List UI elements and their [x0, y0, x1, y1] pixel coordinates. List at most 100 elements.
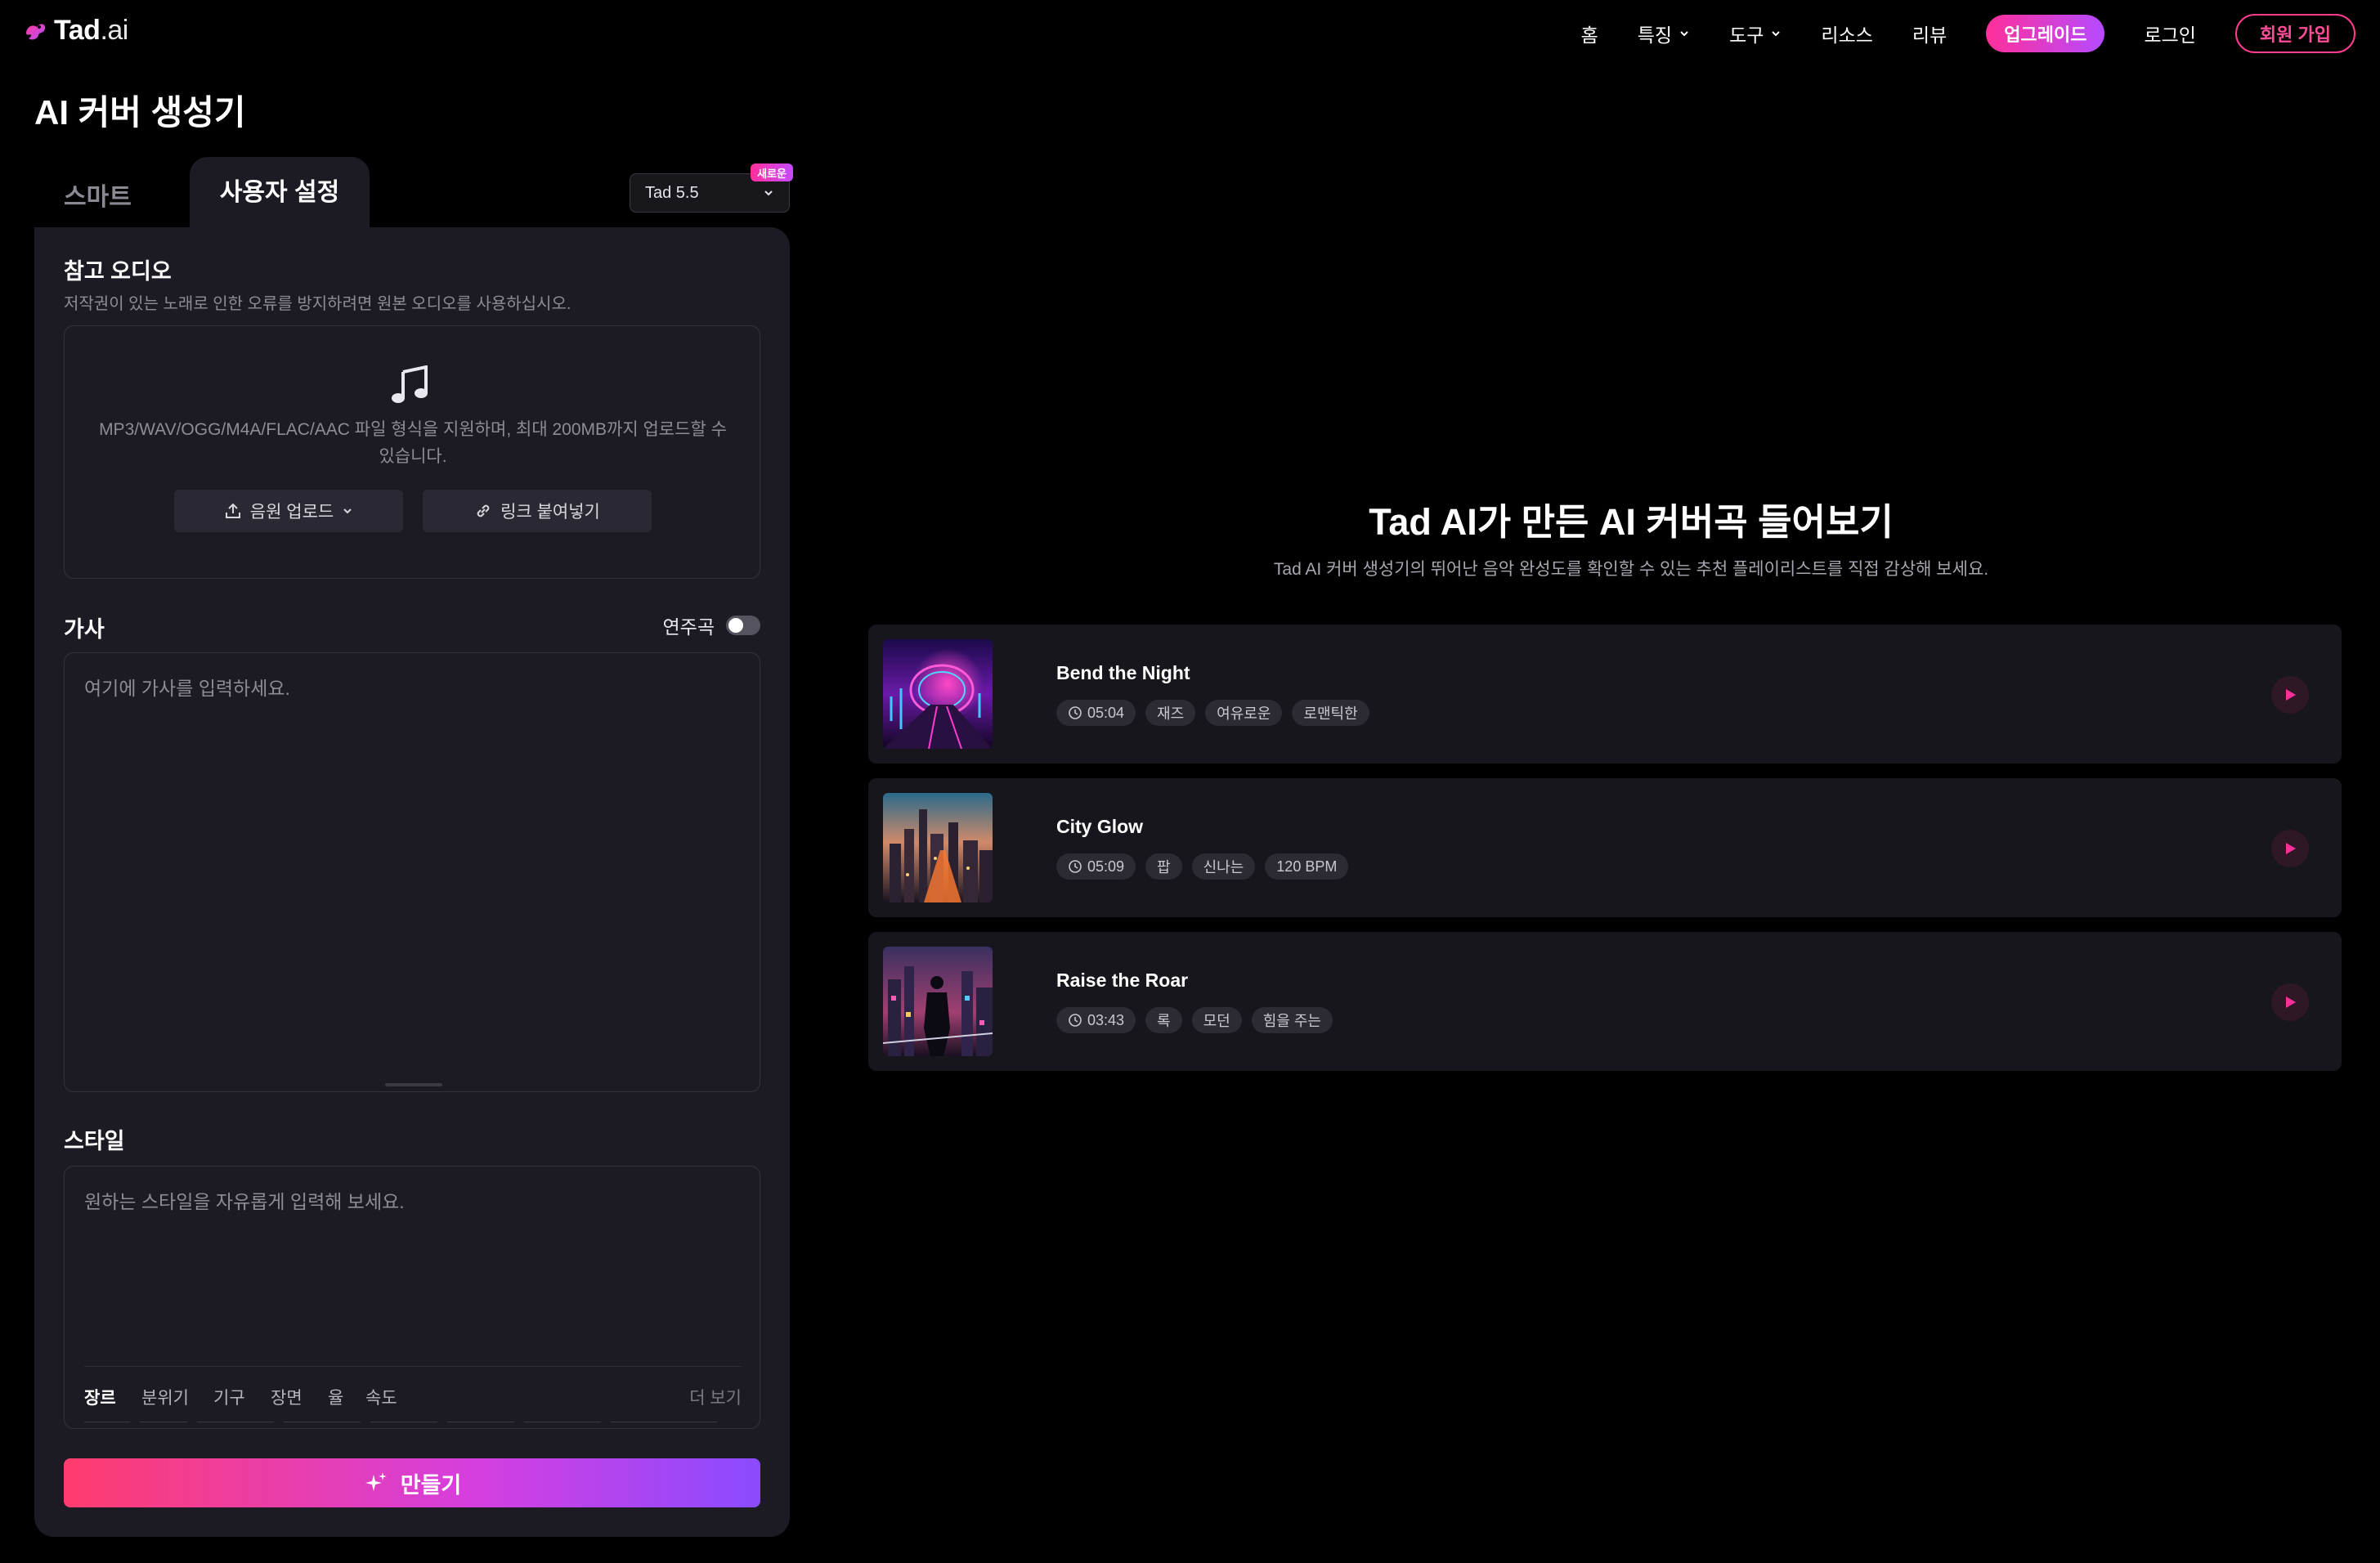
upload-audio-label: 음원 업로드: [249, 503, 334, 522]
instrumental-toggle[interactable]: [726, 616, 760, 635]
style-chip[interactable]: [447, 1422, 514, 1425]
nav-reviews[interactable]: 리뷰: [1912, 20, 1947, 47]
duration-text: 05:04: [1087, 704, 1125, 721]
track-cover: [883, 793, 1014, 902]
upload-audio-button[interactable]: 음원 업로드: [174, 490, 403, 532]
chevron-down-icon: [1772, 31, 1781, 37]
nav-features-label: 특징: [1637, 25, 1673, 46]
style-title: 스타일: [64, 1129, 125, 1153]
instrumental-label: 연주곡: [662, 616, 715, 638]
nav-features[interactable]: 특징: [1638, 20, 1690, 47]
style-chip[interactable]: [140, 1422, 187, 1425]
tempo-tag: 120 BPM: [1265, 853, 1349, 880]
reference-audio-title: 참고 오디오: [64, 259, 172, 284]
track-title: City Glow: [1056, 816, 1144, 837]
style-tab-instrument[interactable]: 기구: [213, 1385, 245, 1409]
paste-link-button[interactable]: 링크 붙여넣기: [423, 490, 652, 532]
track-card[interactable]: City Glow 05:09 팝 신나는 120 BPM: [868, 778, 2342, 917]
chevron-down-icon: [1680, 31, 1688, 37]
style-tab-scene[interactable]: 장면: [271, 1385, 303, 1409]
duration-text: 03:43: [1087, 1011, 1125, 1028]
nav-home-label: 홈: [1580, 25, 1598, 46]
lyrics-title: 가사: [64, 617, 105, 642]
duration-tag: 03:43: [1056, 1007, 1136, 1033]
paste-link-label: 링크 붙여넣기: [500, 503, 600, 522]
nav-resources[interactable]: 리소스: [1821, 20, 1872, 47]
music-note-icon: [392, 365, 428, 403]
mood-tag: 여유로운: [1205, 700, 1283, 726]
style-tab-mood[interactable]: 분위기: [141, 1385, 189, 1409]
logo[interactable]: Tad.ai: [21, 15, 128, 47]
style-tab-genre[interactable]: 장르: [84, 1385, 116, 1409]
new-badge: 새로운: [751, 163, 793, 181]
signup-button[interactable]: 회원 가입: [2234, 14, 2355, 53]
clock-icon: [1069, 706, 1082, 719]
chevron-down-icon: [343, 508, 352, 514]
logo-icon: [26, 23, 46, 39]
upload-hint: MP3/WAV/OGG/M4A/FLAC/AAC 파일 형식을 지원하며, 최대…: [99, 420, 727, 466]
track-card[interactable]: Bend the Night 05:04 재즈 여유로운 로맨틱한: [868, 625, 2342, 764]
mood-tag: 신나는: [1191, 853, 1256, 880]
create-button[interactable]: 만들기: [64, 1458, 760, 1507]
style-chip[interactable]: [197, 1422, 274, 1425]
play-icon: [2286, 689, 2296, 701]
clock-icon: [1069, 860, 1082, 873]
cover-art-rooftop: [883, 947, 993, 1056]
style-tab-rhythm[interactable]: 율: [328, 1385, 343, 1409]
track-title: Raise the Roar: [1056, 970, 1189, 991]
upgrade-button[interactable]: 업그레이드: [1986, 15, 2105, 52]
track-card[interactable]: Raise the Roar 03:43 록 모던 힘을 주는: [868, 932, 2342, 1071]
style-chip[interactable]: [84, 1422, 130, 1425]
upload-icon: [225, 503, 240, 518]
genre-tag: 재즈: [1145, 700, 1196, 726]
play-button[interactable]: [2271, 830, 2309, 867]
style-chip-row: [84, 1422, 742, 1426]
duration-text: 05:09: [1087, 858, 1125, 875]
style-chip[interactable]: [284, 1422, 361, 1425]
style-more-link[interactable]: 더 보기: [689, 1385, 742, 1409]
mood-tag: 로맨틱한: [1292, 700, 1369, 726]
page-title: AI 커버 생성기: [34, 93, 246, 132]
custom-settings-panel: 참고 오디오 저작권이 있는 노래로 인한 오류를 방지하려면 원본 오디오를 …: [34, 227, 790, 1537]
play-icon: [2286, 996, 2296, 1008]
reference-audio-subtitle: 저작권이 있는 노래로 인한 오류를 방지하려면 원본 오디오를 사용하십시오.: [64, 295, 571, 313]
play-button[interactable]: [2271, 983, 2309, 1021]
main-nav: 홈 특징 도구 리소스 리뷰 업그레이드 로그인 회원 가입: [1542, 13, 2355, 54]
style-chip[interactable]: [524, 1422, 601, 1425]
style-category-tabs: 장르 분위기 기구 장면 율 속도 더 보기: [84, 1366, 742, 1408]
style-chip[interactable]: [611, 1422, 717, 1425]
track-tags: 05:04 재즈 여유로운 로맨틱한: [1056, 700, 1369, 726]
tab-custom[interactable]: 사용자 설정: [190, 157, 370, 227]
duration-tag: 05:04: [1056, 700, 1136, 726]
audio-dropzone[interactable]: MP3/WAV/OGG/M4A/FLAC/AAC 파일 형식을 지원하며, 최대…: [64, 325, 760, 579]
nav-reviews-label: 리뷰: [1912, 25, 1947, 46]
track-tags: 03:43 록 모던 힘을 주는: [1056, 1007, 1333, 1033]
style-tab-tempo[interactable]: 속도: [365, 1385, 397, 1409]
style-input[interactable]: 원하는 스타일을 자유롭게 입력해 보세요. 장르 분위기 기구 장면 율 속도…: [64, 1166, 760, 1429]
style-placeholder: 원하는 스타일을 자유롭게 입력해 보세요.: [84, 1191, 405, 1212]
style-chip[interactable]: [370, 1422, 437, 1425]
nav-home[interactable]: 홈: [1581, 20, 1598, 47]
resize-handle[interactable]: [385, 1083, 442, 1086]
showcase-subtitle: Tad AI 커버 생성기의 뛰어난 음악 완성도를 확인할 수 있는 추천 플…: [1273, 560, 1989, 579]
play-icon: [2286, 843, 2296, 854]
chevron-down-icon: [764, 190, 773, 196]
link-icon: [477, 504, 490, 517]
sparkle-icon: [365, 1472, 387, 1491]
logo-suffix: .ai: [100, 15, 128, 46]
lyrics-input[interactable]: 여기에 가사를 입력하세요.: [64, 652, 760, 1092]
track-cover: [883, 947, 1014, 1056]
cover-art-neon-road: [883, 639, 993, 749]
nav-resources-label: 리소스: [1821, 25, 1873, 46]
mood-tag: 모던: [1191, 1007, 1242, 1033]
nav-login[interactable]: 로그인: [2144, 20, 2195, 47]
logo-text: Tad: [54, 15, 101, 46]
model-select-value: Tad 5.5: [645, 183, 699, 202]
cover-art-city: [883, 793, 993, 902]
track-title: Bend the Night: [1056, 662, 1190, 683]
nav-tools[interactable]: 도구: [1729, 20, 1782, 47]
clock-icon: [1069, 1014, 1082, 1027]
mode-tabs: 스마트 사용자 설정 Tad 5.5 새로운: [34, 157, 793, 227]
tab-smart[interactable]: 스마트: [64, 177, 132, 213]
play-button[interactable]: [2271, 676, 2309, 714]
